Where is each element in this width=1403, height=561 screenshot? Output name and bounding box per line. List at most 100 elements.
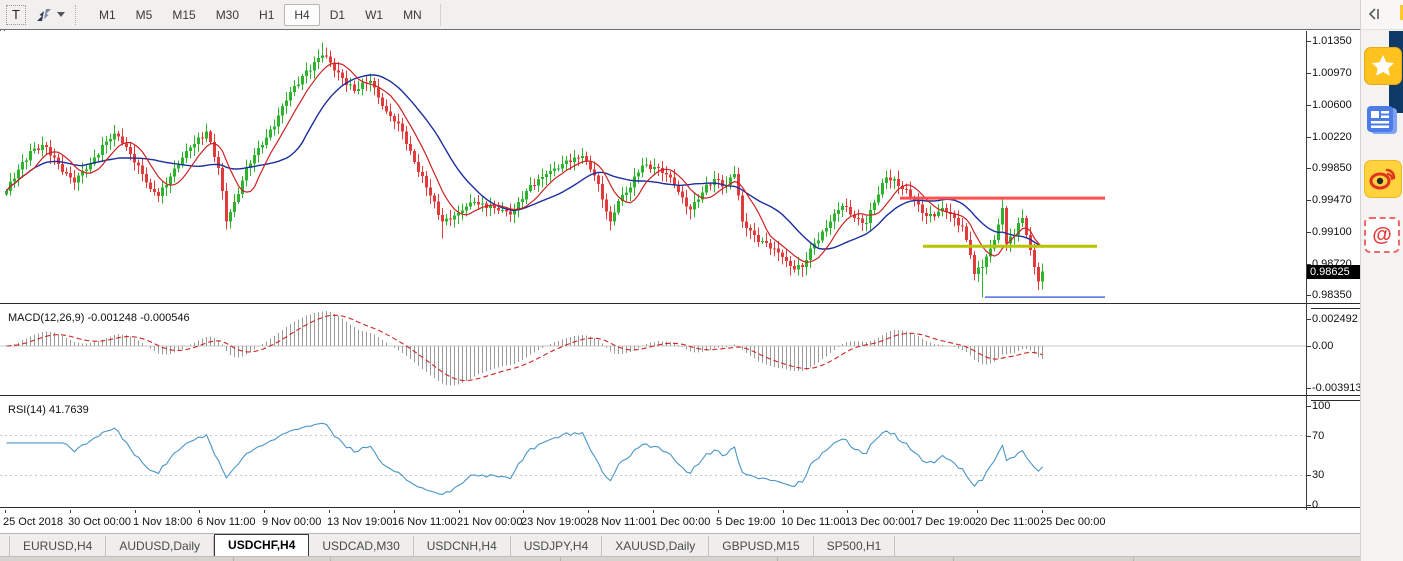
candle-body: [329, 57, 332, 63]
tab-sp500-h1[interactable]: SP500,H1: [814, 536, 896, 557]
tab-eurusd-h4[interactable]: EURUSD,H4: [9, 536, 106, 557]
candle-body: [873, 203, 876, 210]
time-axis-label: 9 Nov 00:00: [262, 516, 321, 528]
arrow-tools-icon[interactable]: [36, 8, 65, 22]
candle-body: [829, 221, 832, 228]
time-axis-label: 28 Nov 11:00: [586, 516, 651, 528]
timeframe-button-m15[interactable]: M15: [162, 4, 205, 26]
candle-body: [141, 166, 144, 175]
timeframe-button-w1[interactable]: W1: [355, 4, 393, 26]
timeframe-button-mn[interactable]: MN: [393, 4, 432, 26]
time-axis-label: 5 Dec 19:00: [716, 516, 775, 528]
candle-body: [865, 223, 868, 224]
time-axis-label: 16 Nov 11:00: [392, 516, 457, 528]
candle-body: [261, 145, 264, 148]
candle-body: [929, 214, 932, 216]
ma-slow-line: [7, 75, 1043, 249]
time-axis-label: 25 Dec 00:00: [1040, 516, 1105, 528]
candle-body: [857, 218, 860, 219]
candle-body: [69, 173, 72, 178]
candle-body: [545, 174, 548, 177]
text-tool-icon[interactable]: T: [6, 5, 26, 25]
candle-body: [281, 106, 284, 115]
time-tick: [264, 510, 265, 513]
timeframe-button-h1[interactable]: H1: [249, 4, 284, 26]
candle-body: [933, 214, 936, 216]
candle-body: [245, 168, 248, 180]
candle-body: [317, 58, 320, 62]
candle-body: [921, 205, 924, 213]
axis-tick: [1306, 105, 1311, 106]
time-tick: [135, 510, 136, 513]
candle-body: [697, 199, 700, 202]
macd-axis-label: 0.00: [1312, 340, 1333, 352]
candle-body: [417, 162, 420, 172]
tab-audusd-daily[interactable]: AUDUSD,Daily: [106, 536, 214, 557]
candle-body: [125, 143, 128, 146]
candle-body: [885, 177, 888, 183]
time-tick: [588, 510, 589, 513]
tab-xauusd-daily[interactable]: XAUUSD,Daily: [602, 536, 709, 557]
timeframe-button-m5[interactable]: M5: [126, 4, 163, 26]
candle-body: [1025, 218, 1028, 235]
candle-body: [561, 164, 564, 169]
candle-body: [57, 157, 60, 164]
time-tick: [394, 510, 395, 513]
candle-body: [205, 132, 208, 139]
candle-body: [1033, 250, 1036, 267]
candle-body: [61, 164, 64, 172]
time-axis[interactable]: 25 Oct 201830 Oct 00:001 Nov 18:006 Nov …: [0, 510, 1360, 533]
favorites-star-icon[interactable]: [1364, 47, 1402, 85]
price-axis-label: 0.98350: [1312, 289, 1352, 301]
timeframe-button-h4[interactable]: H4: [284, 4, 319, 26]
tab-gbpusd-m15[interactable]: GBPUSD,M15: [709, 536, 813, 557]
candle-body: [793, 266, 796, 270]
time-tick: [977, 510, 978, 513]
candle-body: [453, 215, 456, 219]
chart-window: ▲USDCHF,H4 0.98532 0.98625 0.98502 0.986…: [0, 29, 1360, 533]
time-axis-label: 1 Dec 00:00: [651, 516, 710, 528]
mail-at-icon[interactable]: @: [1364, 217, 1400, 253]
weibo-icon[interactable]: [1364, 160, 1402, 198]
candle-body: [625, 193, 628, 196]
collapse-sidebar-icon[interactable]: [1366, 6, 1382, 27]
macd-canvas[interactable]: [0, 307, 1311, 395]
time-axis-label: 6 Nov 11:00: [197, 516, 256, 528]
timeframe-button-d1[interactable]: D1: [320, 4, 355, 26]
axis-tick: [1306, 200, 1311, 201]
strip-notch: [1133, 557, 1134, 561]
tab-usdcad-m30[interactable]: USDCAD,M30: [309, 536, 413, 557]
tab-usdjpy-h4[interactable]: USDJPY,H4: [511, 536, 602, 557]
price-axis-label: 1.00970: [1312, 67, 1352, 79]
candle-body: [1029, 235, 1032, 250]
candle-body: [385, 106, 388, 111]
tab-usdcnh-h4[interactable]: USDCNH,H4: [414, 536, 511, 557]
candle-body: [493, 206, 496, 208]
candle-body: [893, 179, 896, 181]
candle-body: [549, 171, 552, 174]
tab-usdchf-h4[interactable]: USDCHF,H4: [214, 534, 309, 557]
time-axis-label: 23 Nov 19:00: [521, 516, 586, 528]
time-tick: [847, 510, 848, 513]
candle-body: [957, 218, 960, 226]
candle-body: [177, 165, 180, 169]
candle-body: [233, 202, 236, 212]
candle-body: [421, 172, 424, 176]
price-chart-canvas[interactable]: [0, 31, 1311, 303]
time-tick: [5, 510, 6, 513]
candle-body: [373, 81, 376, 88]
rsi-axis-label: 30: [1312, 469, 1324, 481]
news-feed-icon[interactable]: [1364, 103, 1400, 139]
candle-body: [197, 138, 200, 144]
rsi-axis-label: 70: [1312, 430, 1324, 442]
time-tick: [199, 510, 200, 513]
candle-body: [761, 241, 764, 242]
candle-body: [17, 170, 20, 179]
timeframe-button-m1[interactable]: M1: [89, 4, 126, 26]
candle-body: [129, 147, 132, 154]
candle-body: [149, 183, 152, 190]
rsi-canvas[interactable]: [0, 399, 1311, 507]
timeframe-button-m30[interactable]: M30: [206, 4, 249, 26]
candle-body: [881, 183, 884, 195]
browser-sidebar: @: [1360, 0, 1403, 561]
